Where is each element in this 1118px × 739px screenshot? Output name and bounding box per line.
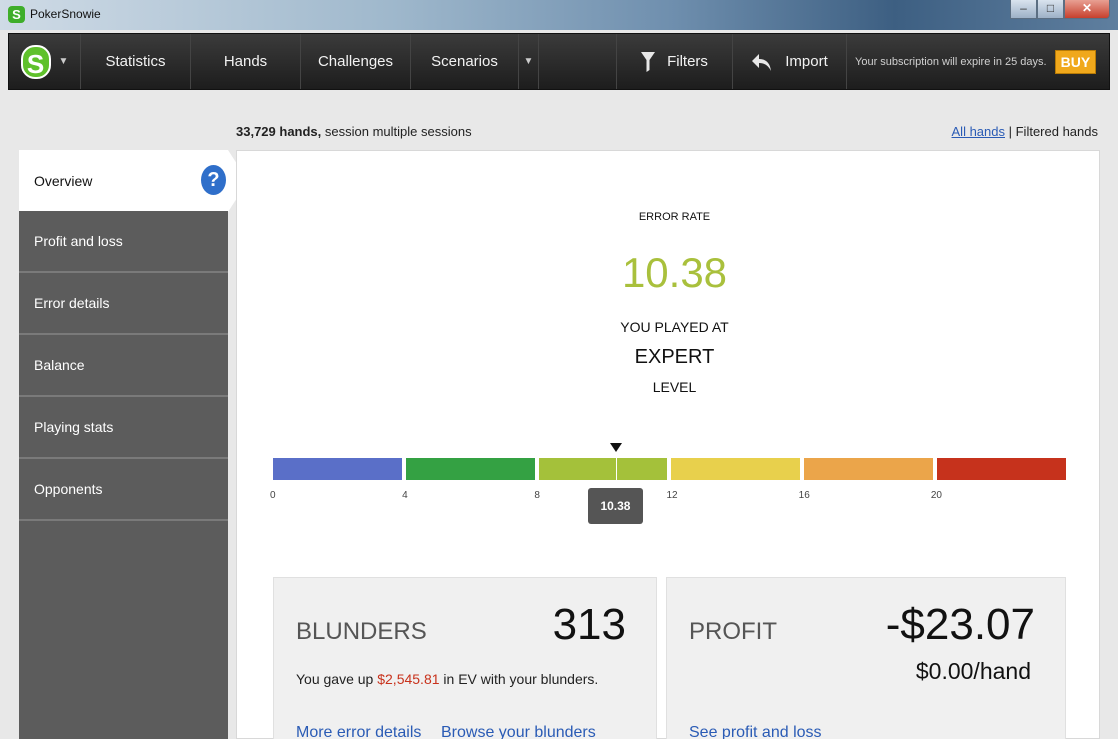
level-label: LEVEL xyxy=(652,379,697,395)
sidebar-item-label: Balance xyxy=(34,357,85,373)
sidebar-item-overview[interactable]: Overview ? xyxy=(19,150,248,212)
sidebar-item-playing-stats[interactable]: Playing stats xyxy=(19,397,228,459)
logo-menu[interactable]: S ▼ xyxy=(9,34,81,89)
overview-panel: ERROR RATE 10.38 YOU PLAYED AT EXPERT LE… xyxy=(236,150,1100,739)
help-icon[interactable]: ? xyxy=(201,165,226,195)
profit-per-hand: $0.00/hand xyxy=(915,658,1031,684)
filters-label: Filters xyxy=(667,53,708,70)
sidebar-item-opponents[interactable]: Opponents xyxy=(19,459,228,521)
close-icon[interactable]: ✕ xyxy=(1064,0,1110,19)
scale-tick: 20 xyxy=(930,490,942,501)
profit-card: PROFIT -$23.07 $0.00/hand See profit and… xyxy=(666,577,1066,739)
window-controls: – □ ✕ xyxy=(1010,0,1110,19)
scale-tick: 16 xyxy=(798,490,810,501)
nav-scenarios[interactable]: Scenarios xyxy=(411,34,519,89)
scale-tick: 0 xyxy=(270,490,276,501)
subscription-notice: Your subscription will expire in 25 days… xyxy=(847,34,1097,89)
blunders-title: BLUNDERS xyxy=(296,618,427,645)
played-at-text: YOU PLAYED AT xyxy=(620,319,729,335)
scale-tick: 4 xyxy=(402,490,408,501)
sidebar-item-label: Error details xyxy=(34,295,110,311)
scale-segment xyxy=(671,458,801,480)
import-button[interactable]: Import xyxy=(733,34,847,89)
profit-amount: -$23.07 xyxy=(885,600,1035,649)
profit-title: PROFIT xyxy=(689,618,777,645)
all-hands-link[interactable]: All hands xyxy=(952,124,1005,139)
ev-amount: $2,545.81 xyxy=(377,671,440,687)
scale-segment xyxy=(273,458,402,480)
nav-spacer xyxy=(539,34,617,89)
scale-marker-line xyxy=(615,458,617,480)
error-rate-label: ERROR RATE xyxy=(638,211,711,223)
hands-summary: 33,729 hands, session multiple sessions xyxy=(236,124,472,139)
nav-challenges[interactable]: Challenges xyxy=(301,34,411,89)
sidebar-item-label: Playing stats xyxy=(34,419,114,435)
blunders-text-before: You gave up xyxy=(296,671,378,687)
skill-level: EXPERT xyxy=(634,346,715,368)
nav-statistics[interactable]: Statistics xyxy=(81,34,191,89)
window-title: PokerSnowie xyxy=(30,7,101,21)
minimize-icon[interactable]: – xyxy=(1010,0,1037,19)
link-separator: | xyxy=(1005,124,1016,139)
error-rate-scale xyxy=(273,458,1066,480)
logo-icon: S xyxy=(20,44,51,79)
error-rate-value: 10.38 xyxy=(621,249,728,296)
funnel-icon xyxy=(641,51,656,72)
app-icon: S xyxy=(8,6,25,23)
sidebar-item-error-details[interactable]: Error details xyxy=(19,273,228,335)
scale-segment xyxy=(405,458,535,480)
nav-more-chevron-icon[interactable]: ▼ xyxy=(519,34,539,89)
blunders-text-after: in EV with your blunders. xyxy=(439,671,599,687)
scale-segment xyxy=(538,458,668,480)
see-profit-and-loss-link[interactable]: See profit and loss xyxy=(689,724,822,739)
hand-filter-links: All hands | Filtered hands xyxy=(952,124,1098,139)
more-error-details-link[interactable]: More error details xyxy=(296,724,421,739)
sidebar: Overview ? Profit and loss Error details… xyxy=(19,150,248,739)
maximize-icon[interactable]: □ xyxy=(1037,0,1064,19)
undo-arrow-icon xyxy=(752,53,772,71)
sidebar-item-profit-and-loss[interactable]: Profit and loss xyxy=(19,211,228,273)
window-titlebar: S PokerSnowie – □ ✕ xyxy=(0,0,1118,30)
error-rate-badge: 10.38 xyxy=(587,488,643,524)
sidebar-item-balance[interactable]: Balance xyxy=(19,335,228,397)
sidebar-item-label: Profit and loss xyxy=(34,233,123,249)
blunders-description: You gave up $2,545.81 in EV with your bl… xyxy=(296,671,598,687)
filters-button[interactable]: Filters xyxy=(617,34,733,89)
subscription-text: Your subscription will expire in 25 days… xyxy=(855,55,1047,68)
scale-segment xyxy=(937,458,1066,480)
scale-marker-icon xyxy=(609,443,622,452)
nav-hands[interactable]: Hands xyxy=(191,34,301,89)
hands-count: 33,729 hands, xyxy=(236,124,322,139)
browse-blunders-link[interactable]: Browse your blunders xyxy=(441,724,596,739)
blunders-card: BLUNDERS 313 You gave up $2,545.81 in EV… xyxy=(273,577,657,739)
sidebar-item-label: Overview xyxy=(34,172,93,189)
scale-tick: 12 xyxy=(666,490,678,501)
import-label: Import xyxy=(785,53,828,70)
session-text: session multiple sessions xyxy=(321,124,472,139)
chevron-down-icon: ▼ xyxy=(58,56,69,67)
filtered-hands-link[interactable]: Filtered hands xyxy=(1016,124,1098,139)
scale-segment xyxy=(804,458,934,480)
buy-button[interactable]: BUY xyxy=(1054,49,1097,74)
scale-tick: 8 xyxy=(534,490,540,501)
main-navbar: S ▼ Statistics Hands Challenges Scenario… xyxy=(8,33,1110,90)
sidebar-item-label: Opponents xyxy=(34,481,103,497)
blunders-count: 313 xyxy=(552,600,626,649)
